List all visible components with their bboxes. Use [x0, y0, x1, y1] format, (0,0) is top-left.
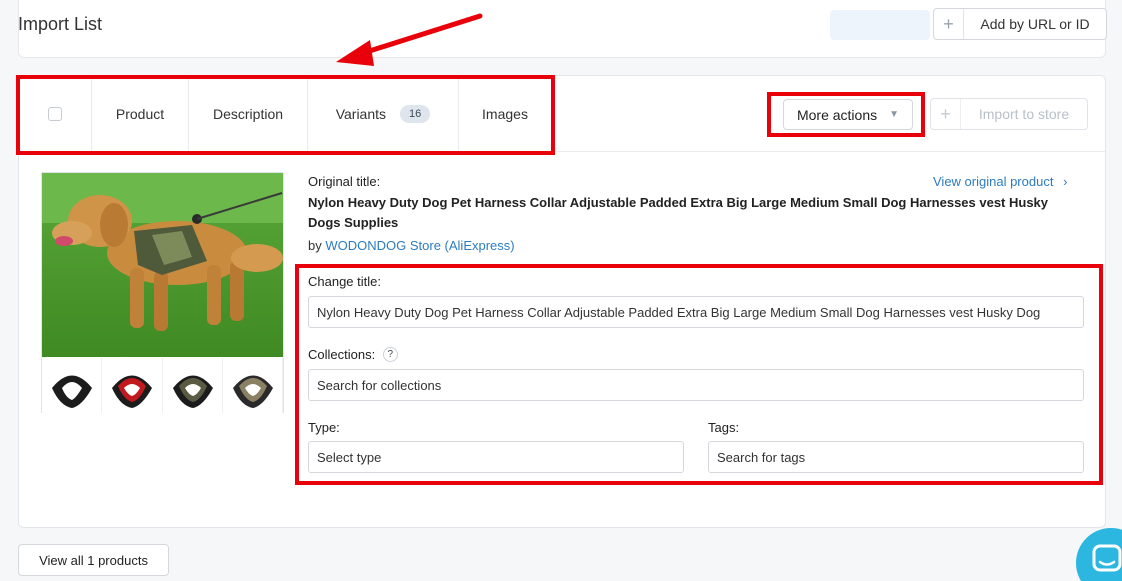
plus-icon: +	[934, 9, 964, 39]
faint-header-chip	[830, 10, 930, 40]
original-title-label: Original title:	[308, 174, 381, 189]
by-prefix: by	[308, 238, 322, 253]
form-highlight-box	[295, 264, 1103, 485]
chat-widget-button[interactable]	[1076, 528, 1122, 581]
import-to-store-button[interactable]: + Import to store	[930, 98, 1088, 130]
tabs-highlight-box	[16, 75, 555, 155]
more-actions-highlight-box	[767, 92, 925, 137]
thumbnail-red[interactable]	[102, 358, 163, 413]
store-link[interactable]: WODONDOG Store (AliExpress)	[325, 238, 514, 253]
chat-icon	[1092, 544, 1122, 572]
thumbnail-camo[interactable]	[222, 358, 283, 413]
store-byline: by WODONDOG Store (AliExpress)	[308, 238, 515, 253]
red-arrow-icon	[336, 13, 483, 66]
import-to-store-label: Import to store	[978, 106, 1070, 122]
thumbnail-camo-dark[interactable]	[162, 358, 223, 413]
product-main-image[interactable]	[42, 173, 283, 357]
add-by-url-button[interactable]: + Add by URL or ID	[933, 8, 1107, 40]
view-original-product-link[interactable]: View original product ›	[933, 174, 1067, 189]
original-title: Nylon Heavy Duty Dog Pet Harness Collar …	[308, 195, 1049, 230]
chevron-right-icon: ›	[1063, 174, 1068, 189]
thumbnail-black[interactable]	[42, 358, 103, 413]
view-original-label: View original product	[933, 174, 1054, 189]
product-image[interactable]	[41, 172, 284, 413]
plus-icon: +	[931, 99, 961, 129]
page-title: Import List	[18, 14, 103, 34]
add-by-url-label: Add by URL or ID	[980, 16, 1090, 32]
product-thumbnails	[42, 358, 283, 413]
view-all-products-button[interactable]: View all 1 products	[18, 544, 169, 576]
